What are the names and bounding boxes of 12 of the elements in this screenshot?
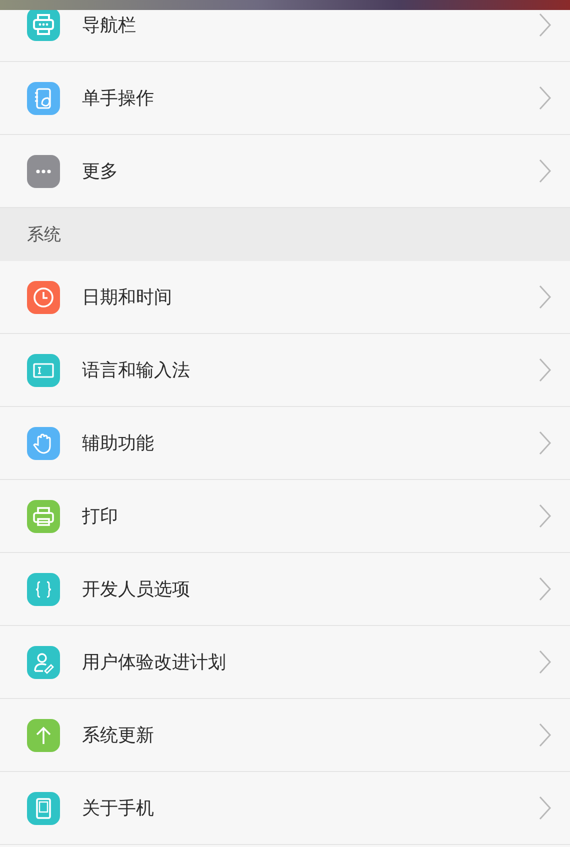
chevron-icon (538, 158, 552, 184)
chevron-icon (538, 722, 552, 748)
section-title: 系统 (27, 224, 61, 246)
chevron-icon (538, 649, 552, 675)
chevron-icon (538, 795, 552, 821)
chevron-icon (538, 85, 552, 111)
chevron-icon (538, 284, 552, 310)
chevron-icon (538, 12, 552, 38)
chevron-icon (538, 430, 552, 456)
chevron-icon (538, 576, 552, 602)
chevron-icon (538, 503, 552, 529)
chevron-icon (538, 357, 552, 383)
